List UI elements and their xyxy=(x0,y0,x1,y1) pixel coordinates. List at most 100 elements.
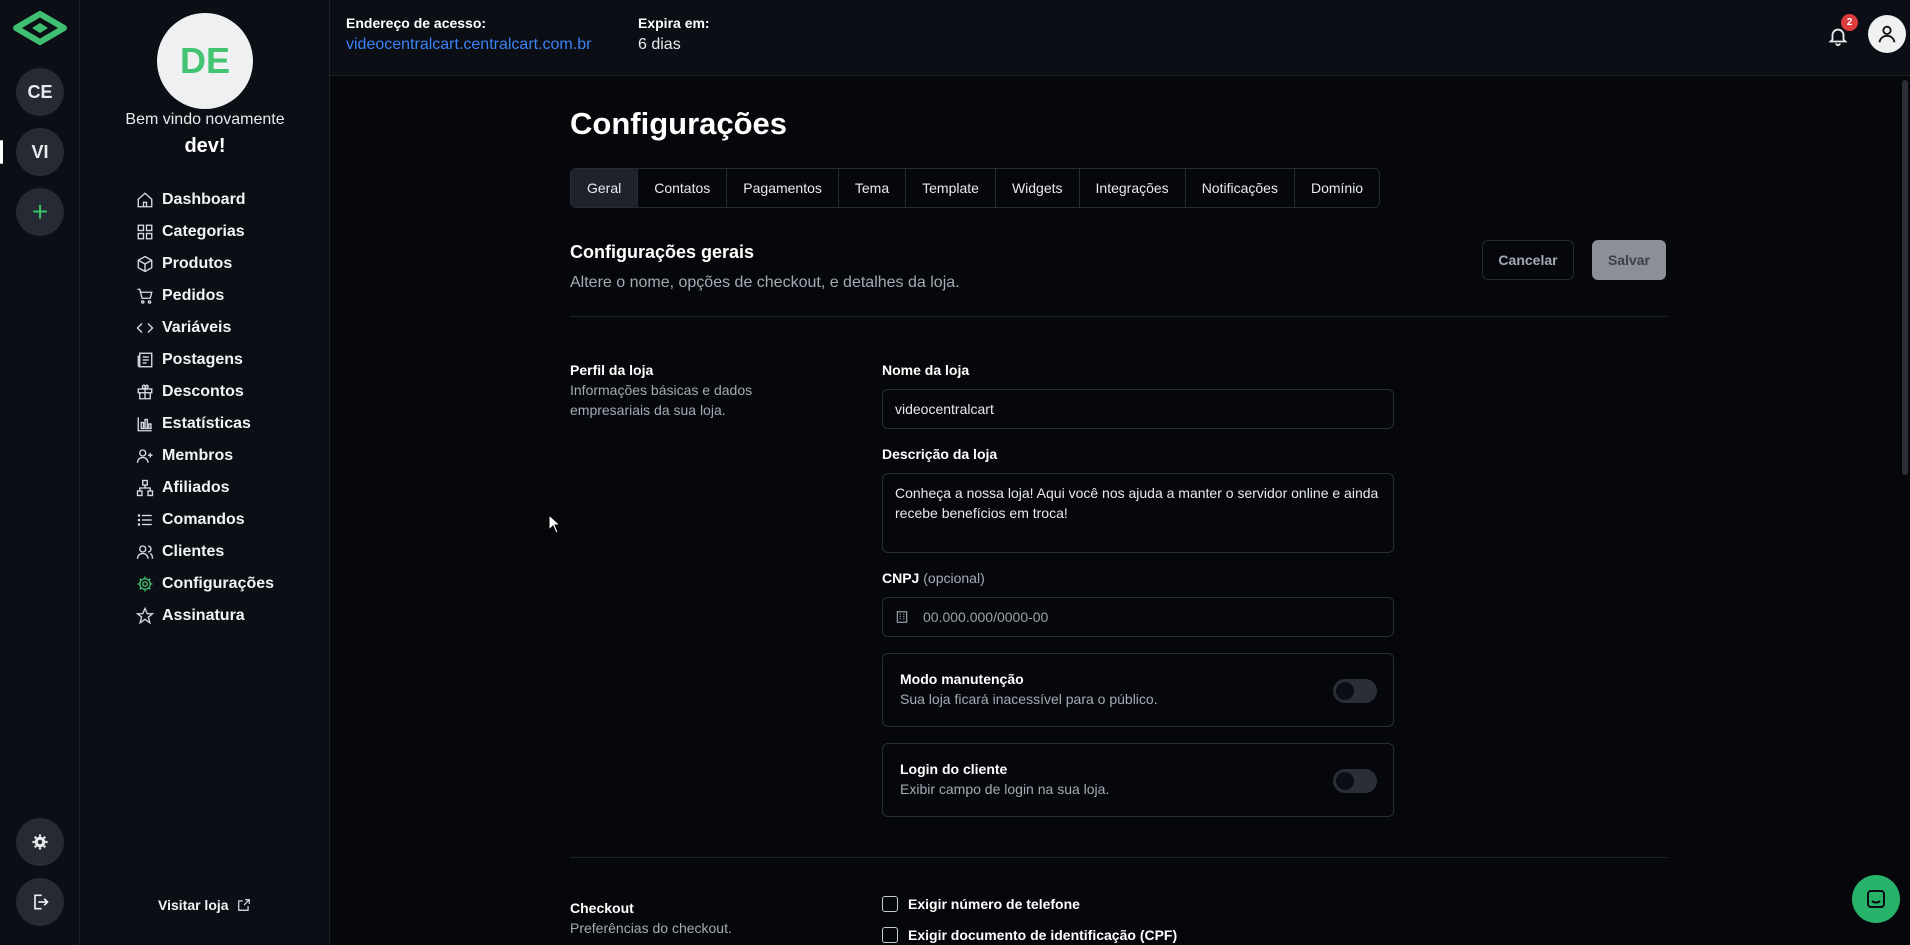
cancel-button[interactable]: Cancelar xyxy=(1482,240,1574,280)
tab-geral[interactable]: Geral xyxy=(571,169,639,207)
checkout-group-description: Preferências do checkout. xyxy=(570,920,732,936)
tab-integracoes[interactable]: Integrações xyxy=(1079,169,1186,207)
code-icon xyxy=(135,318,155,338)
sidebar-item-label: Clientes xyxy=(162,543,225,560)
logout-button[interactable] xyxy=(16,878,64,926)
cnpj-optional-text: (opcional) xyxy=(923,570,985,586)
gift-icon xyxy=(135,382,155,402)
sidebar-item-postagens[interactable]: Postagens xyxy=(135,344,274,376)
store-name-label: Nome da loja xyxy=(882,362,970,378)
main-content: Configurações Geral Contatos Pagamentos … xyxy=(330,76,1910,945)
sidebar-item-membros[interactable]: Membros xyxy=(135,440,274,472)
require-phone-checkbox[interactable] xyxy=(882,896,898,912)
require-cpf-option[interactable]: Exigir documento de identificação (CPF) xyxy=(882,927,1177,943)
sidebar: DE Bem vindo novamente dev! Dashboard Ca… xyxy=(80,0,330,945)
store-rail: CE VI + xyxy=(0,0,80,945)
tab-tema[interactable]: Tema xyxy=(838,169,907,207)
sidebar-item-label: Assinatura xyxy=(162,607,245,624)
network-icon xyxy=(135,478,155,498)
divider xyxy=(570,857,1667,858)
store-description-value: Conheça a nossa loja! Aqui você nos ajud… xyxy=(895,485,1379,521)
cnpj-input[interactable]: 00.000.000/0000-00 xyxy=(882,597,1394,637)
tab-pagamentos[interactable]: Pagamentos xyxy=(727,169,839,207)
sidebar-item-label: Configurações xyxy=(162,575,275,592)
user-menu-button[interactable] xyxy=(1868,15,1906,53)
access-address-link[interactable]: videocentralcart.centralcart.com.br xyxy=(346,36,591,54)
cnpj-label: CNPJ (opcional) xyxy=(882,570,985,586)
divider xyxy=(570,316,1667,317)
store-initials: CE xyxy=(27,81,53,102)
maintenance-mode-toggle[interactable] xyxy=(1333,679,1377,703)
page-title: Configurações xyxy=(570,106,788,141)
home-icon xyxy=(135,190,155,210)
require-phone-option[interactable]: Exigir número de telefone xyxy=(882,896,1080,912)
sidebar-item-comandos[interactable]: Comandos xyxy=(135,504,274,536)
sidebar-item-categorias[interactable]: Categorias xyxy=(135,216,274,248)
newspaper-icon xyxy=(135,350,155,370)
tab-contatos[interactable]: Contatos xyxy=(638,169,728,207)
section-title: Configurações gerais xyxy=(570,242,755,262)
sidebar-item-label: Membros xyxy=(162,447,234,464)
sidebar-item-label: Estatísticas xyxy=(162,415,251,432)
store-switch-vi[interactable]: VI xyxy=(0,128,64,176)
settings-tabs: Geral Contatos Pagamentos Tema Template … xyxy=(570,168,1381,208)
customer-login-card: Login do cliente Exibir campo de login n… xyxy=(882,743,1394,817)
list-icon xyxy=(135,510,155,530)
require-cpf-checkbox[interactable] xyxy=(882,927,898,943)
plus-icon: + xyxy=(31,196,49,227)
support-chat-button[interactable] xyxy=(1852,875,1900,923)
settings-button[interactable] xyxy=(16,818,64,866)
users-icon xyxy=(135,542,155,562)
expires-value: 6 dias xyxy=(638,36,681,53)
sidebar-item-label: Variáveis xyxy=(162,319,232,336)
sidebar-item-descontos[interactable]: Descontos xyxy=(135,376,274,408)
tab-widgets[interactable]: Widgets xyxy=(995,169,1080,207)
sidebar-item-pedidos[interactable]: Pedidos xyxy=(135,280,274,312)
star-icon xyxy=(135,606,155,626)
sidebar-item-afiliados[interactable]: Afiliados xyxy=(135,472,274,504)
tab-template[interactable]: Template xyxy=(906,169,996,207)
sidebar-item-label: Pedidos xyxy=(162,287,225,304)
store-name-input[interactable]: videocentralcart xyxy=(882,389,1394,429)
add-store-button[interactable]: + xyxy=(16,188,64,236)
tab-notificacoes[interactable]: Notificações xyxy=(1185,169,1295,207)
sidebar-item-label: Dashboard xyxy=(162,191,246,208)
sidebar-item-label: Produtos xyxy=(162,255,233,272)
page-scrollbar[interactable] xyxy=(1902,80,1908,475)
sidebar-item-variaveis[interactable]: Variáveis xyxy=(135,312,274,344)
mouse-cursor-icon xyxy=(548,514,562,534)
sidebar-item-assinatura[interactable]: Assinatura xyxy=(135,600,274,632)
sidebar-item-clientes[interactable]: Clientes xyxy=(135,536,274,568)
sidebar-item-configuracoes[interactable]: Configurações xyxy=(135,568,274,600)
sidebar-item-dashboard[interactable]: Dashboard xyxy=(135,184,274,216)
access-address-label: Endereço de acesso: xyxy=(346,15,487,31)
customer-login-toggle[interactable] xyxy=(1333,769,1377,793)
logout-icon xyxy=(34,894,49,910)
checkout-group-title: Checkout xyxy=(570,900,634,916)
sidebar-item-label: Descontos xyxy=(162,383,244,400)
user-plus-icon xyxy=(135,446,155,466)
sidebar-item-estatisticas[interactable]: Estatísticas xyxy=(135,408,274,440)
sidebar-item-produtos[interactable]: Produtos xyxy=(135,248,274,280)
maintenance-mode-card: Modo manutenção Sua loja ficará inacessí… xyxy=(882,653,1394,727)
username: dev! xyxy=(184,135,226,157)
sidebar-item-label: Categorias xyxy=(162,223,245,240)
avatar[interactable]: DE xyxy=(157,13,253,109)
gear-icon xyxy=(135,574,155,594)
store-description-textarea[interactable]: Conheça a nossa loja! Aqui você nos ajud… xyxy=(882,473,1394,553)
maintenance-mode-description: Sua loja ficará inacessível para o públi… xyxy=(900,691,1158,707)
sidebar-item-label: Postagens xyxy=(162,351,243,368)
require-phone-label: Exigir número de telefone xyxy=(908,896,1080,912)
save-button[interactable]: Salvar xyxy=(1592,240,1666,280)
maintenance-mode-title: Modo manutenção xyxy=(900,671,1024,687)
require-cpf-label: Exigir documento de identificação (CPF) xyxy=(908,927,1178,943)
store-switch-ce[interactable]: CE xyxy=(16,68,64,116)
toggle-knob xyxy=(1336,682,1354,700)
visit-store-link[interactable]: Visitar loja xyxy=(158,897,251,913)
cnpj-placeholder: 00.000.000/0000-00 xyxy=(923,609,1049,625)
grid-icon xyxy=(135,222,155,242)
customer-login-title: Login do cliente xyxy=(900,761,1008,777)
brand-logo-icon[interactable] xyxy=(10,10,70,50)
tab-dominio[interactable]: Domínio xyxy=(1294,169,1380,207)
expires-label: Expira em: xyxy=(638,15,710,31)
